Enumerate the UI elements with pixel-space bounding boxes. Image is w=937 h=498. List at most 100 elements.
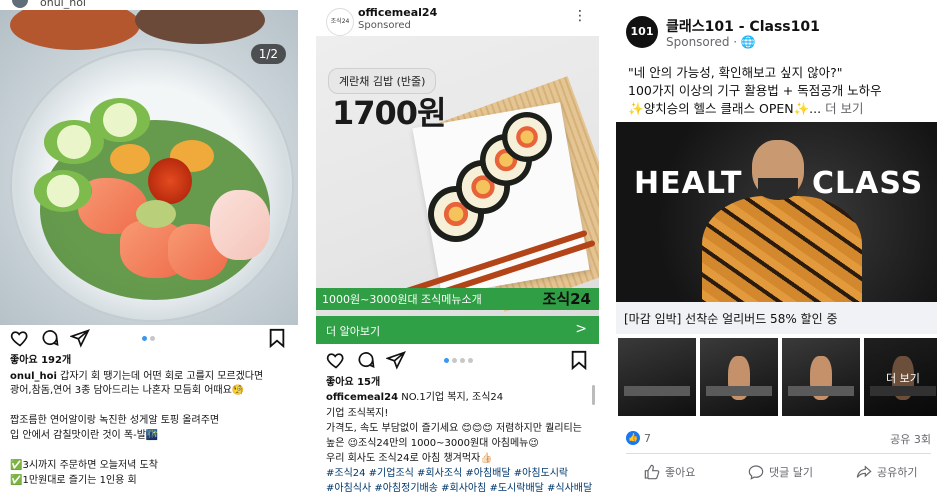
carousel-dot <box>444 358 449 363</box>
reaction-summary[interactable]: 👍 7 <box>626 431 651 445</box>
caption-username[interactable]: officemeal24 <box>326 392 398 403</box>
share-icon[interactable] <box>70 328 90 348</box>
page-name[interactable]: 클래스101 - Class101 <box>666 16 820 36</box>
salmon-roe <box>148 158 192 204</box>
share-count[interactable]: 공유 3회 <box>890 431 931 447</box>
ad-body-line: "네 안의 가능성, 확인해보고 싶지 않아?" <box>628 65 843 80</box>
ad-image[interactable]: 계란채 김밥 (반줄) 1700원 1000원~3000원대 조식메뉴소개 조식… <box>316 36 599 316</box>
heart-icon[interactable] <box>326 350 346 370</box>
bowl-decoration <box>10 10 140 50</box>
post-photo-sashimi[interactable]: 1/2 <box>0 10 298 325</box>
cucumber-slice <box>44 120 104 164</box>
sea-urchin <box>110 144 150 174</box>
comment-icon <box>748 465 764 480</box>
share-button[interactable]: 공유하기 <box>856 464 917 480</box>
instagram-post-hoi: 1/2 onul_hoi 좋아요 192개 onul_hoi 갑자기 회 땡기는… <box>0 0 298 498</box>
thumbnail-image[interactable]: 더 보기 <box>864 338 937 416</box>
carousel-dot <box>150 336 155 341</box>
caption-line: ✅1만원대로 즐기는 1인용 회 <box>10 475 137 486</box>
thumbnail-image[interactable] <box>700 338 778 416</box>
post-actions <box>326 350 416 370</box>
price-text: 1700원 <box>332 94 447 132</box>
username[interactable]: onul_hoi <box>40 0 86 9</box>
promo-banner[interactable]: [마감 임박] 선착순 얼리버드 58% 할인 중 <box>616 302 937 334</box>
equipment <box>624 386 690 396</box>
carousel-dot <box>142 336 147 341</box>
caption-text: 갑자기 회 땡기는데 어떤 회로 고를지 모르겠다면 <box>56 371 264 382</box>
thumbnail-image[interactable] <box>618 338 696 416</box>
brand-logo[interactable]: 조식24 <box>326 8 354 36</box>
comment-label: 댓글 달기 <box>769 466 813 479</box>
chevron-right-icon: > <box>575 321 587 337</box>
caption-line: onul_hoi 갑자기 회 땡기는데 어떤 회로 고를지 모르겠다면 <box>10 369 263 384</box>
caption-line: 광어,참돔,연어 3종 담아드리는 나혼자 모듬회 어때요🧐 <box>10 385 245 396</box>
like-reaction-icon: 👍 <box>626 431 640 445</box>
share-icon[interactable] <box>386 350 406 370</box>
trainer-beard <box>758 178 798 200</box>
caption-text: NO.1기업 복지, 조식24 <box>398 392 504 403</box>
like-count[interactable]: 좋아요 15개 <box>326 375 380 390</box>
carousel-dot <box>460 358 465 363</box>
bookmark-icon[interactable] <box>268 328 288 348</box>
account-name[interactable]: officemeal24 <box>358 6 437 19</box>
page-logo[interactable]: 101 <box>626 16 658 48</box>
menu-band: 1000원~3000원대 조식메뉴소개 조식24 <box>316 288 599 310</box>
caption-line: officemeal24 NO.1기업 복지, 조식24 <box>326 390 503 405</box>
caption-line: 기업 조식복지! <box>326 408 389 419</box>
carousel-counter: 1/2 <box>250 44 286 64</box>
like-button[interactable]: 좋아요 <box>644 464 695 480</box>
caption-line: 가격도, 속도 부담없이 즐기세요 😊😊😊 저렴하지만 퀄리티는 <box>326 423 582 434</box>
comment-button[interactable]: 댓글 달기 <box>748 464 813 480</box>
carousel-dot <box>452 358 457 363</box>
caption-username[interactable]: onul_hoi <box>10 371 57 382</box>
scrollbar[interactable] <box>592 385 595 405</box>
like-label: 좋아요 <box>665 466 696 479</box>
divider <box>626 453 931 454</box>
equipment <box>706 386 772 396</box>
caption-line: ✅3시까지 주문하면 오늘저녁 도착 <box>10 460 158 471</box>
hashtags[interactable]: #조식24 #기업조식 #회사조식 #아침배달 #아침도시락 <box>326 466 568 481</box>
sponsored-label: Sponsored <box>358 20 411 31</box>
thumbs-up-icon <box>644 464 660 480</box>
ad-body-line: ✨양치승의 헬스 클래스 OPEN✨... 더 보기 <box>628 98 864 117</box>
share-arrow-icon <box>856 465 872 478</box>
more-photos-label: 더 보기 <box>886 372 920 385</box>
hero-word-left: HEALT <box>634 166 743 201</box>
caption-line: 높은 😉조식24만의 1000~3000원대 아침메뉴😉 <box>326 438 539 449</box>
ad-body-text: ✨양치승의 헬스 클래스 OPEN✨... <box>628 101 826 116</box>
kimbap-slice <box>502 112 552 162</box>
more-options-icon[interactable]: ⋮ <box>573 8 587 24</box>
avatar[interactable] <box>12 0 28 8</box>
reaction-count: 7 <box>644 431 651 445</box>
bookmark-icon[interactable] <box>570 350 590 370</box>
carousel-dot <box>468 358 473 363</box>
hero-word-right: CLASS <box>812 166 924 201</box>
ad-hero-image[interactable]: HEALT CLASS <box>616 122 937 302</box>
see-more-link[interactable]: 더 보기 <box>825 101 863 116</box>
instagram-ad-officemeal: 조식24 officemeal24 Sponsored ⋮ 계란채 김밥 (반줄… <box>316 0 599 498</box>
trainer-figure <box>702 196 862 302</box>
comment-icon[interactable] <box>356 350 376 370</box>
caption-line: 짭조름한 연어알이랑 녹진한 성게알 토핑 올려주면 <box>10 415 220 426</box>
globe-icon: 🌐 <box>740 35 756 49</box>
heart-icon[interactable] <box>10 328 30 348</box>
caption-line: 입 안에서 감칠맛이란 것이 폭-발🌃 <box>10 430 159 441</box>
equipment <box>788 386 854 396</box>
share-label: 공유하기 <box>877 466 918 479</box>
learn-more-button[interactable]: 더 알아보기 > <box>316 316 599 344</box>
cta-label: 더 알아보기 <box>326 325 381 338</box>
promo-text: [마감 임박] 선착순 얼리버드 58% 할인 중 <box>624 312 838 326</box>
carousel-dots <box>142 336 155 341</box>
caption-line: 우리 회사도 조식24로 아침 챙겨먹자👍🏻 <box>326 453 493 464</box>
thumbnail-image[interactable] <box>782 338 860 416</box>
white-fish-slice <box>210 190 270 260</box>
hashtags[interactable]: #아침식사 #아침정기배송 #회사아침 #도시락배달 #식사배달 <box>326 481 592 496</box>
bowl-decoration <box>135 10 265 44</box>
comment-icon[interactable] <box>40 328 60 348</box>
cucumber-slice <box>34 170 92 212</box>
like-count[interactable]: 좋아요 192개 <box>10 353 71 368</box>
more-photos-overlay[interactable]: 더 보기 <box>864 338 937 416</box>
wasabi <box>136 200 176 228</box>
carousel-dots <box>444 358 473 363</box>
ad-body-line: 100가지 이상의 기구 활용법 + 독점공개 노하우 <box>628 83 882 98</box>
